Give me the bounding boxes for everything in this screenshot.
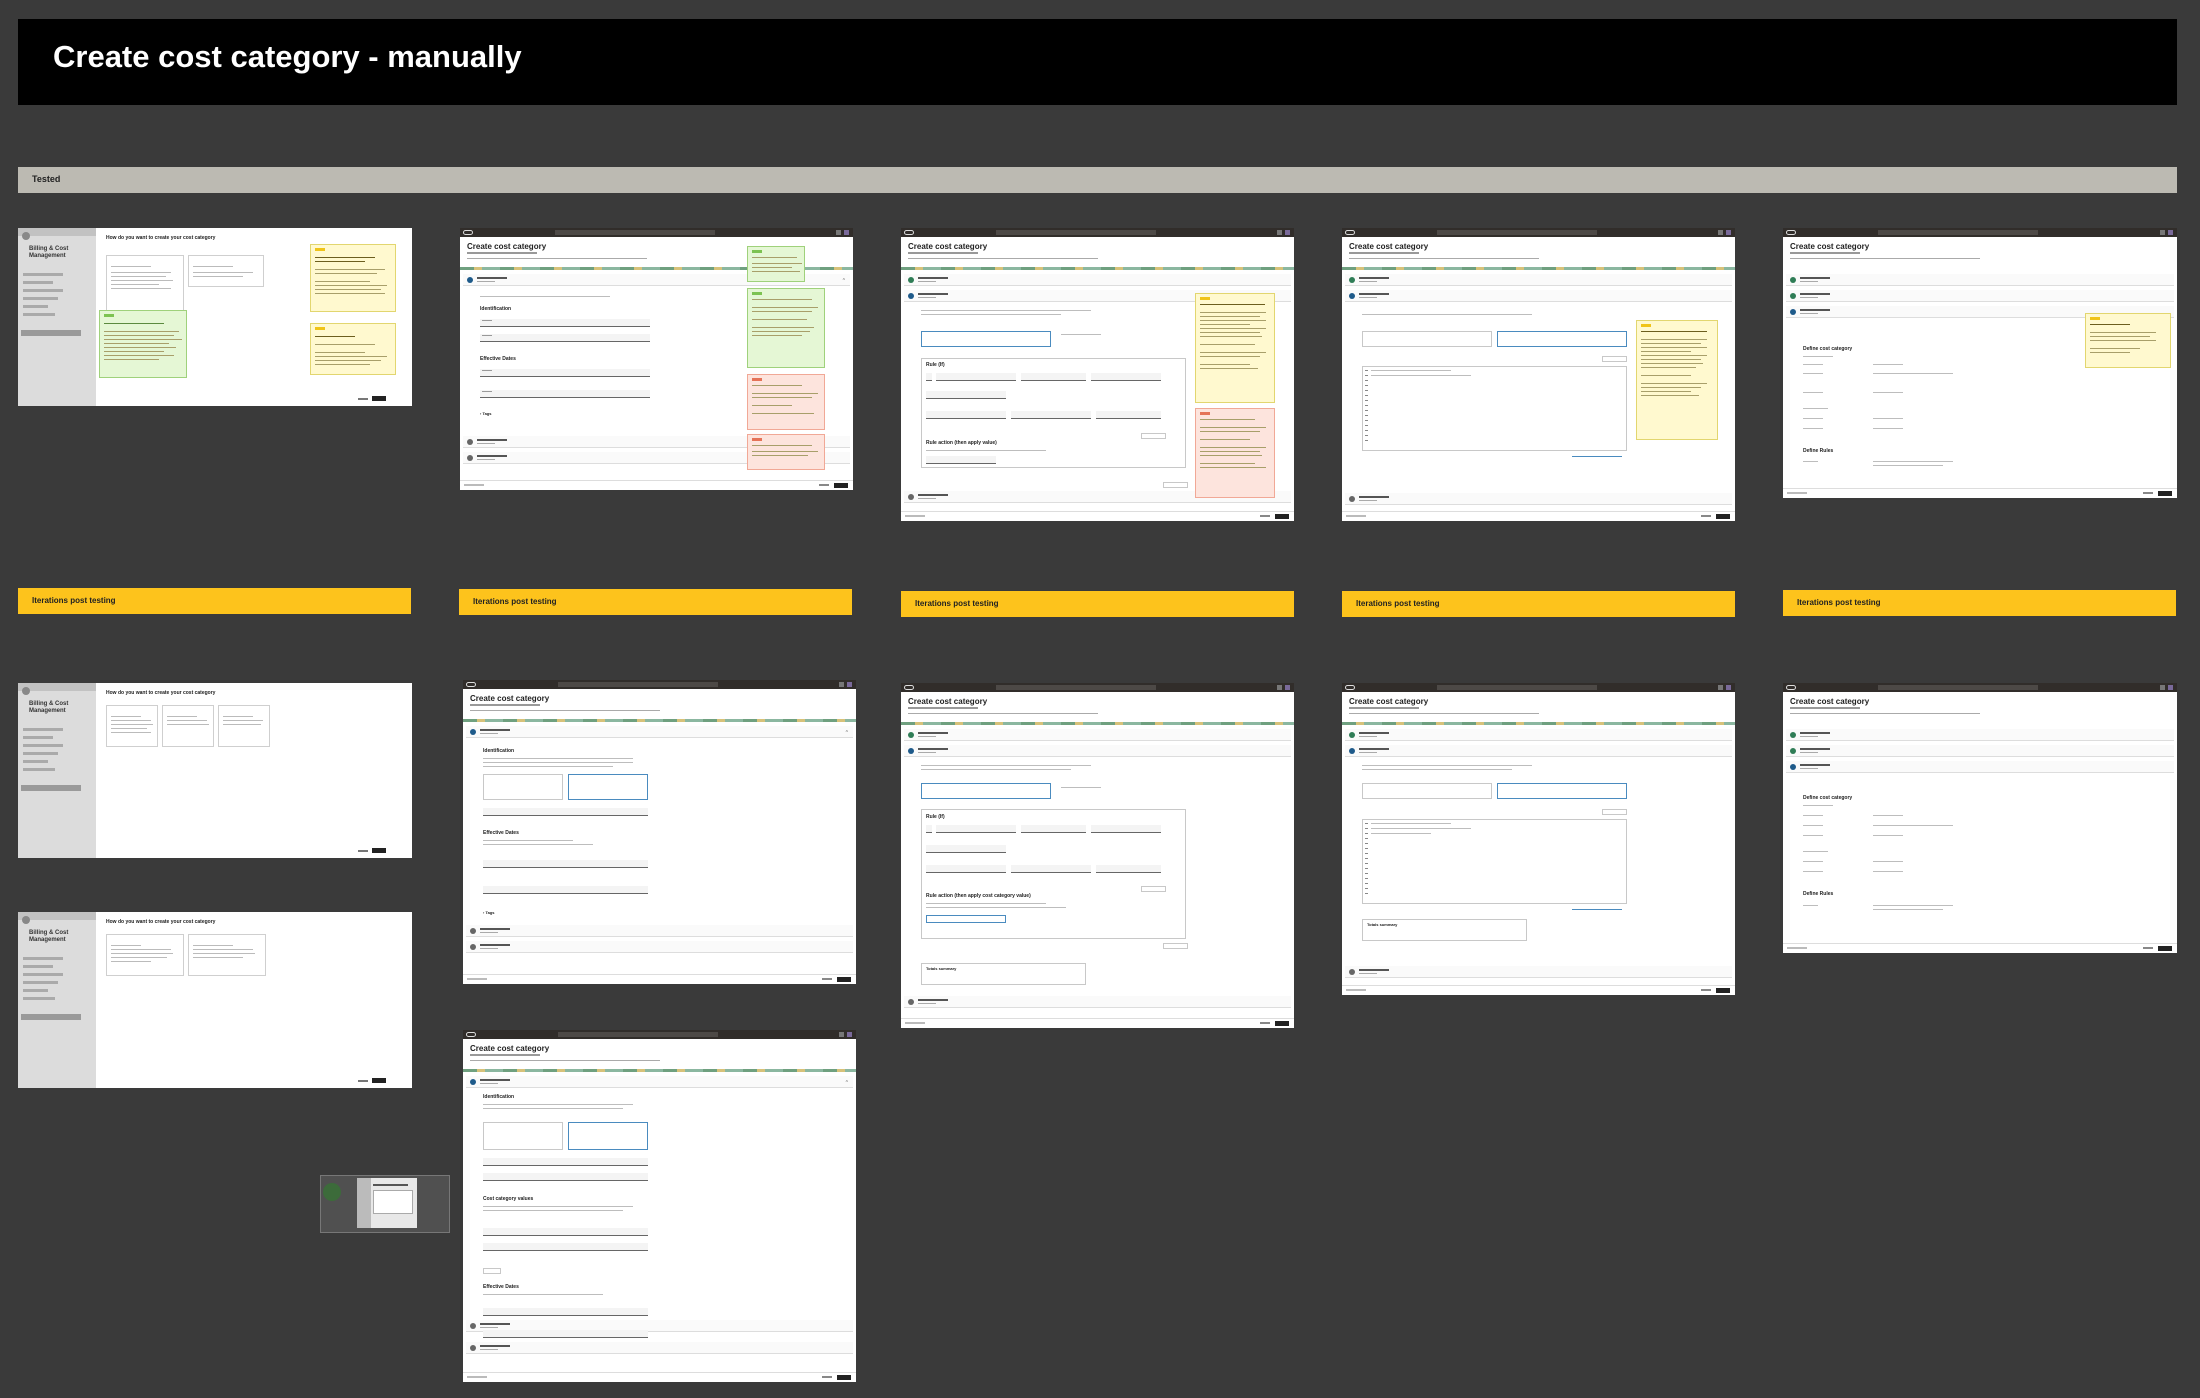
option-card[interactable] xyxy=(106,255,184,315)
sidebar-title: Billing & Cost Management xyxy=(29,930,69,943)
dialog-heading: How do you want to create your cost cate… xyxy=(106,919,216,925)
iteration-screen-define-rules[interactable]: Create cost category Rule (If) Rule acti… xyxy=(901,683,1294,1028)
iteration-bar: Iterations post testing xyxy=(1342,591,1735,617)
iteration-bar: Iterations post testing xyxy=(459,589,852,615)
iteration-label: Iterations post testing xyxy=(32,596,116,605)
tested-screen-choose-method[interactable]: Billing & Cost Management How do you wan… xyxy=(18,228,412,406)
option-card[interactable] xyxy=(188,255,264,287)
annotation-note xyxy=(310,323,396,375)
iteration-bar: Iterations post testing xyxy=(901,591,1294,617)
tested-label: Tested xyxy=(32,174,61,184)
page-title: Create cost category - manually xyxy=(53,39,522,74)
iteration-screen-choose-method[interactable]: Billing & Cost Management How do you wan… xyxy=(18,683,412,858)
iteration-screen-rules-editor[interactable]: Create cost category Totals summary xyxy=(1342,683,1735,995)
annotation-note xyxy=(99,310,187,378)
page-heading: Create cost category xyxy=(470,1044,550,1053)
page-heading: Create cost category xyxy=(470,694,550,703)
dialog-heading: How do you want to create your cost cate… xyxy=(106,690,216,696)
iteration-bar: Iterations post testing xyxy=(18,588,411,614)
tested-screen-review[interactable]: Create cost category Define cost categor… xyxy=(1783,228,2177,498)
tested-section-bar: Tested xyxy=(18,167,2177,193)
iteration-label: Iterations post testing xyxy=(473,597,557,606)
iteration-label: Iterations post testing xyxy=(915,599,999,608)
sidebar-title: Billing & Cost Management xyxy=(29,246,69,259)
iteration-screen-review[interactable]: Create cost category Define cost categor… xyxy=(1783,683,2177,953)
page-heading: Create cost category xyxy=(1349,697,1429,706)
page-heading: Create cost category xyxy=(908,697,988,706)
next-button[interactable] xyxy=(372,848,386,853)
next-button[interactable] xyxy=(372,396,386,401)
video-thumbnail[interactable] xyxy=(320,1175,450,1233)
iteration-bar: Iterations post testing xyxy=(1783,590,2176,616)
annotation-note xyxy=(310,244,396,312)
tested-screen-define-category[interactable]: Create cost category ^ Identification Ef… xyxy=(460,228,853,490)
iteration-label: Iterations post testing xyxy=(1356,599,1440,608)
page-heading: Create cost category xyxy=(467,242,547,251)
tested-screen-define-rules[interactable]: Create cost category Rule (If) Rule acti… xyxy=(901,228,1294,521)
dialog-heading: How do you want to create your cost cate… xyxy=(106,235,216,241)
page-heading: Create cost category xyxy=(1790,242,1870,251)
iteration-screen-define-category[interactable]: Create cost category ^ Identification Ef… xyxy=(463,680,856,984)
iteration-screen-define-category-values[interactable]: Create cost category ^ Identification Co… xyxy=(463,1030,856,1382)
page-heading: Create cost category xyxy=(1349,242,1429,251)
title-banner: Create cost category - manually xyxy=(18,19,2177,105)
page-heading: Create cost category xyxy=(1790,697,1870,706)
tested-screen-rules-editor[interactable]: Create cost category xyxy=(1342,228,1735,521)
sidebar-title: Billing & Cost Management xyxy=(29,701,69,714)
next-button[interactable] xyxy=(372,1078,386,1083)
iteration-label: Iterations post testing xyxy=(1797,598,1881,607)
sidebar: Billing & Cost Management xyxy=(18,228,96,406)
page-heading: Create cost category xyxy=(908,242,988,251)
iteration-screen-choose-method-alt[interactable]: Billing & Cost Management How do you wan… xyxy=(18,912,412,1088)
